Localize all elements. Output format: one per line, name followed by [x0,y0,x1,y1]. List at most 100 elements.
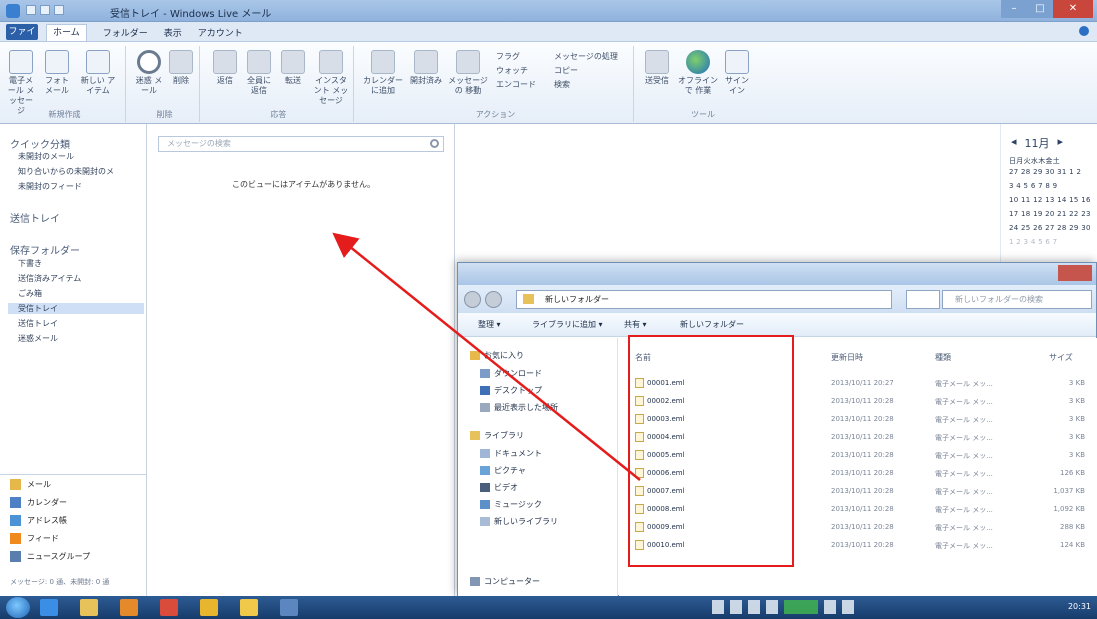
reply-button[interactable]: 返信 [210,50,240,86]
copy-button[interactable]: コピー [554,64,618,78]
media-player-icon[interactable] [120,599,138,616]
folder-unread-feeds[interactable]: 未開封のフィード [18,181,82,192]
tree-libraries[interactable]: ライブラリ [470,430,524,441]
folder-outbox[interactable]: 送信トレイ [18,318,58,329]
new-folder-button[interactable]: 新しいフォルダー [680,319,744,330]
tab-home[interactable]: ホーム [46,24,87,41]
calendar-prev-icon[interactable]: ◂ [1011,135,1017,151]
calendar-next-icon[interactable]: ▸ [1058,135,1064,151]
quick-views-heading[interactable]: クイック分類 [10,136,70,151]
tab-view[interactable]: 表示 [164,26,182,41]
folder-inbox[interactable]: 受信トレイ [8,303,144,314]
battery-icon[interactable] [784,600,818,614]
calendar-week-row[interactable]: 17 18 19 20 21 22 23 [1009,210,1091,218]
chrome-icon[interactable] [200,599,218,616]
volume-icon[interactable] [824,600,836,614]
minimize-button[interactable]: – [1001,0,1027,18]
calendar-week-row[interactable]: 3 4 5 6 7 8 9 [1009,182,1057,190]
add-to-calendar-button[interactable]: カレンダーに追加 [362,50,404,96]
column-date[interactable]: 更新日時 [831,352,863,363]
nav-contacts[interactable]: アドレス帳 [10,515,67,526]
mark-read-button[interactable]: 開封済み [408,50,444,86]
explorer-search-input[interactable]: 新しいフォルダーの検索 [942,290,1092,309]
work-offline-button[interactable]: オフラインで 作業 [678,50,718,96]
storage-folders-heading[interactable]: 保存フォルダー [10,242,80,257]
qat-save-icon[interactable] [26,5,36,15]
maximize-button[interactable]: □ [1027,0,1053,18]
mail-app-icon[interactable] [160,599,178,616]
search-icon[interactable] [430,139,439,148]
forward-button[interactable]: 転送 [278,50,308,86]
tray-icon[interactable] [766,600,778,614]
nav-feeds[interactable]: フィード [10,533,59,544]
send-receive-button[interactable]: 送受信 [642,50,672,86]
folder-unread-email[interactable]: 未開封のメール [18,151,74,162]
tree-music[interactable]: ミュージック [480,499,542,510]
nav-mail[interactable]: メール [10,479,51,490]
nav-newsgroups[interactable]: ニュースグループ [10,551,90,562]
address-field[interactable]: 新しいフォルダー [516,290,892,309]
outbox-heading[interactable]: 送信トレイ [10,210,60,225]
folder-drafts[interactable]: 下書き [18,258,42,269]
instant-message-button[interactable]: インスタント メッセージ [312,50,350,106]
calendar-week-row[interactable]: 24 25 26 27 28 29 30 [1009,224,1091,232]
tree-downloads[interactable]: ダウンロード [480,368,542,379]
column-size[interactable]: サイズ [1049,352,1073,363]
photo-email-button[interactable]: フォト メール [42,50,72,96]
tab-account[interactable]: アカウント [198,26,243,41]
tree-recent[interactable]: 最近表示した場所 [480,402,558,413]
network-icon[interactable] [842,600,854,614]
file-menu-button[interactable]: ファイル [6,24,38,53]
folder-junk[interactable]: 迷惑メール [18,333,58,344]
forward-nav-button[interactable] [485,291,502,308]
reply-all-button[interactable]: 全員に 返信 [244,50,274,96]
close-button[interactable]: ✕ [1053,0,1093,18]
column-type[interactable]: 種類 [935,352,951,363]
flag-button[interactable]: フラグ [496,50,536,64]
tree-computer[interactable]: コンピューター [470,576,540,587]
explorer-icon[interactable] [80,599,98,616]
tree-documents[interactable]: ドキュメント [480,448,542,459]
calendar-week-row[interactable]: 10 11 12 13 14 15 16 [1009,196,1091,204]
organize-button[interactable]: 整理 ▾ [478,319,501,330]
folder-icon[interactable] [240,599,258,616]
qat-send-icon[interactable] [40,5,50,15]
explorer-close-button[interactable] [1058,265,1092,281]
share-button[interactable]: 共有 ▾ [624,319,647,330]
help-icon[interactable] [1079,26,1089,36]
tree-new-library[interactable]: 新しいライブラリ [480,516,558,527]
tree-favorites[interactable]: お気に入り [470,350,524,361]
encoding-button[interactable]: エンコード [496,78,536,92]
tree-videos[interactable]: ビデオ [480,482,518,493]
tray-icon[interactable] [730,600,742,614]
message-search-input[interactable]: メッセージの検索 [158,136,444,152]
ie-icon[interactable] [40,599,58,616]
nav-calendar[interactable]: カレンダー [10,497,67,508]
new-email-button[interactable]: 電子メール メッセージ [6,50,36,116]
find-button[interactable]: 検索 [554,78,618,92]
qat-dropdown-icon[interactable] [54,5,64,15]
clock[interactable]: 20:31 [1068,602,1091,611]
tree-desktop[interactable]: デスクトップ [480,385,542,396]
delete-button[interactable]: 削除 [166,50,196,86]
sign-in-button[interactable]: サインイン [722,50,752,96]
refresh-button[interactable] [906,290,940,309]
folder-unread-contacts[interactable]: 知り合いからの未開封のメ [18,166,114,177]
junk-button[interactable]: 迷惑 メール [134,50,164,96]
calendar-week-row[interactable]: 27 28 29 30 31 1 2 [1009,168,1081,176]
add-to-library-button[interactable]: ライブラリに追加 ▾ [532,319,603,330]
folder-sent-items[interactable]: 送信済みアイテム [18,273,81,284]
tray-icon[interactable] [712,600,724,614]
calendar-week-row[interactable]: 1 2 3 4 5 6 7 [1009,238,1057,246]
back-button[interactable] [464,291,481,308]
windows-live-mail-icon[interactable] [280,599,298,616]
message-rules-button[interactable]: メッセージの処理 [554,50,618,64]
tray-icon[interactable] [748,600,760,614]
watch-button[interactable]: ウォッチ [496,64,536,78]
new-item-button[interactable]: 新しい アイテム [78,50,118,96]
tab-folder[interactable]: フォルダー [103,26,148,41]
move-message-button[interactable]: メッセージの 移動 [448,50,488,96]
folder-deleted[interactable]: ごみ箱 [18,288,42,299]
windows-live-mail-icon[interactable] [6,4,20,18]
tree-pictures[interactable]: ピクチャ [480,465,526,476]
